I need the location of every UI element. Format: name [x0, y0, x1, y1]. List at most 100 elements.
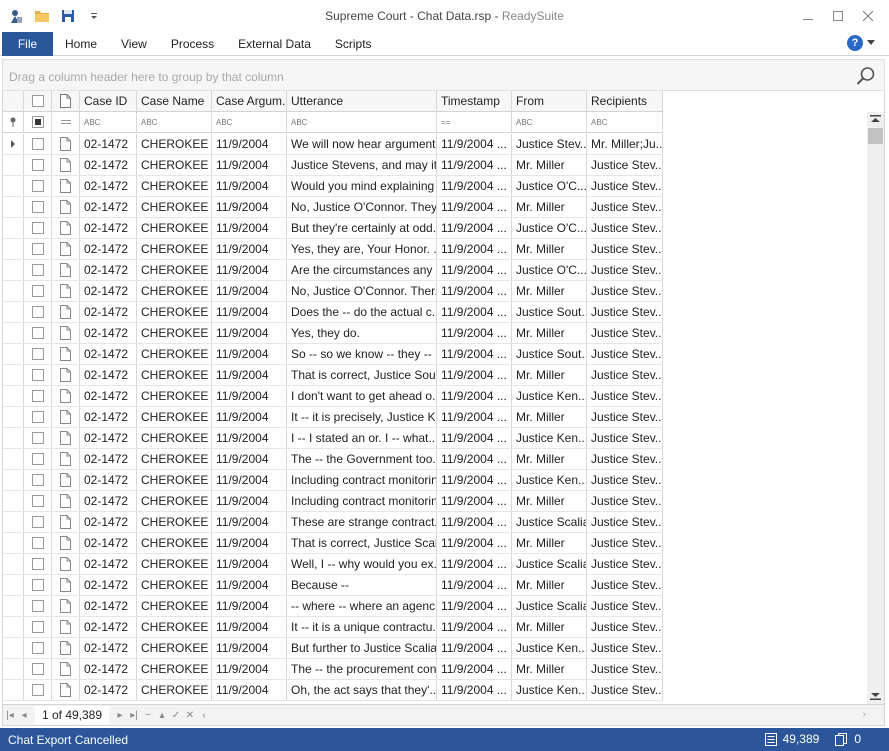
cell-case-id[interactable]: 02-1472: [80, 617, 137, 637]
cell-from[interactable]: Justice Ken...: [512, 470, 587, 490]
row-indicator[interactable]: [3, 281, 24, 301]
row-checkbox[interactable]: [31, 663, 44, 675]
row-checkbox-cell[interactable]: [24, 596, 52, 616]
cell-recipients[interactable]: Justice Stev...: [587, 533, 663, 553]
cell-from[interactable]: Mr. Miller: [512, 407, 587, 427]
cell-from[interactable]: Mr. Miller: [512, 323, 587, 343]
row-document-cell[interactable]: [52, 176, 80, 196]
cell-recipients[interactable]: Justice Stev...: [587, 638, 663, 658]
file-tab[interactable]: File: [2, 32, 53, 56]
cell-utterance[interactable]: Oh, the act says that they'...: [287, 680, 437, 700]
select-all-checkbox[interactable]: [31, 95, 44, 107]
column-header-timestamp[interactable]: Timestamp: [437, 91, 512, 111]
cell-timestamp[interactable]: 11/9/2004 ...: [437, 218, 512, 238]
filter-from[interactable]: ABC: [512, 112, 587, 132]
cell-timestamp[interactable]: 11/9/2004 ...: [437, 533, 512, 553]
cell-case-argument[interactable]: 11/9/2004: [212, 512, 287, 532]
row-document-cell[interactable]: [52, 302, 80, 322]
cell-utterance[interactable]: Yes, they do.: [287, 323, 437, 343]
cell-recipients[interactable]: Justice Stev...: [587, 596, 663, 616]
cell-timestamp[interactable]: 11/9/2004 ...: [437, 281, 512, 301]
cell-case-name[interactable]: CHEROKEE ...: [137, 596, 212, 616]
cell-recipients[interactable]: Justice Stev...: [587, 407, 663, 427]
help-button[interactable]: ?: [847, 35, 875, 51]
cell-recipients[interactable]: Justice Stev...: [587, 302, 663, 322]
cell-from[interactable]: Mr. Miller: [512, 449, 587, 469]
cell-recipients[interactable]: Mr. Miller;Ju...: [587, 134, 663, 154]
row-indicator[interactable]: [3, 470, 24, 490]
cell-case-id[interactable]: 02-1472: [80, 386, 137, 406]
filter-case-name[interactable]: ABC: [137, 112, 212, 132]
cell-case-id[interactable]: 02-1472: [80, 323, 137, 343]
tab-view[interactable]: View: [121, 32, 147, 56]
row-indicator[interactable]: [3, 428, 24, 448]
cell-recipients[interactable]: Justice Stev...: [587, 575, 663, 595]
row-checkbox-cell[interactable]: [24, 218, 52, 238]
row-document-cell[interactable]: [52, 428, 80, 448]
cell-case-name[interactable]: CHEROKEE ...: [137, 239, 212, 259]
cell-timestamp[interactable]: 11/9/2004 ...: [437, 575, 512, 595]
cell-case-id[interactable]: 02-1472: [80, 680, 137, 700]
row-document-cell[interactable]: [52, 449, 80, 469]
row-indicator[interactable]: [3, 596, 24, 616]
cell-recipients[interactable]: Justice Stev...: [587, 512, 663, 532]
row-document-cell[interactable]: [52, 596, 80, 616]
cell-timestamp[interactable]: 11/9/2004 ...: [437, 365, 512, 385]
cell-from[interactable]: Mr. Miller: [512, 281, 587, 301]
row-checkbox[interactable]: [31, 369, 44, 381]
cell-utterance[interactable]: Including contract monitorin...: [287, 470, 437, 490]
column-header-from[interactable]: From: [512, 91, 587, 111]
cell-recipients[interactable]: Justice Stev...: [587, 470, 663, 490]
cell-utterance[interactable]: That is correct, Justice Sou...: [287, 365, 437, 385]
cell-case-id[interactable]: 02-1472: [80, 176, 137, 196]
filter-case-id[interactable]: ABC: [80, 112, 137, 132]
cell-case-name[interactable]: CHEROKEE ...: [137, 575, 212, 595]
table-row[interactable]: 02-1472CHEROKEE ...11/9/2004Well, I -- w…: [3, 554, 663, 575]
cell-from[interactable]: Mr. Miller: [512, 239, 587, 259]
cell-from[interactable]: Justice Scalia: [512, 554, 587, 574]
row-document-cell[interactable]: [52, 386, 80, 406]
cell-case-argument[interactable]: 11/9/2004: [212, 428, 287, 448]
row-checkbox[interactable]: [31, 348, 44, 360]
row-indicator[interactable]: [3, 134, 24, 154]
table-row[interactable]: 02-1472CHEROKEE ...11/9/2004But they're …: [3, 218, 663, 239]
cell-case-id[interactable]: 02-1472: [80, 365, 137, 385]
row-checkbox-cell[interactable]: [24, 239, 52, 259]
cell-timestamp[interactable]: 11/9/2004 ...: [437, 491, 512, 511]
row-checkbox-cell[interactable]: [24, 407, 52, 427]
cell-recipients[interactable]: Justice Stev...: [587, 176, 663, 196]
cell-recipients[interactable]: Justice Stev...: [587, 155, 663, 175]
cell-case-name[interactable]: CHEROKEE ...: [137, 365, 212, 385]
cell-case-name[interactable]: CHEROKEE ...: [137, 407, 212, 427]
cell-utterance[interactable]: -- where -- where an agenc...: [287, 596, 437, 616]
tab-process[interactable]: Process: [171, 32, 214, 56]
cell-from[interactable]: Justice Ken...: [512, 680, 587, 700]
row-checkbox[interactable]: [31, 243, 44, 255]
cell-from[interactable]: Mr. Miller: [512, 575, 587, 595]
table-row[interactable]: 02-1472CHEROKEE ...11/9/2004So -- so we …: [3, 344, 663, 365]
cell-case-argument[interactable]: 11/9/2004: [212, 680, 287, 700]
row-indicator[interactable]: [3, 155, 24, 175]
cell-timestamp[interactable]: 11/9/2004 ...: [437, 680, 512, 700]
cell-from[interactable]: Justice Ken...: [512, 386, 587, 406]
cell-case-name[interactable]: CHEROKEE ...: [137, 386, 212, 406]
cell-utterance[interactable]: Are the circumstances any ...: [287, 260, 437, 280]
cell-case-name[interactable]: CHEROKEE ...: [137, 218, 212, 238]
group-by-panel[interactable]: Drag a column header here to group by th…: [2, 59, 885, 91]
cell-case-id[interactable]: 02-1472: [80, 281, 137, 301]
cell-case-name[interactable]: CHEROKEE ...: [137, 554, 212, 574]
cell-timestamp[interactable]: 11/9/2004 ...: [437, 344, 512, 364]
cell-recipients[interactable]: Justice Stev...: [587, 260, 663, 280]
table-row[interactable]: 02-1472CHEROKEE ...11/9/2004The -- the G…: [3, 449, 663, 470]
cell-utterance[interactable]: I don't want to get ahead o...: [287, 386, 437, 406]
cell-recipients[interactable]: Justice Stev...: [587, 491, 663, 511]
tab-scripts[interactable]: Scripts: [335, 32, 372, 56]
cell-case-argument[interactable]: 11/9/2004: [212, 659, 287, 679]
row-indicator[interactable]: [3, 386, 24, 406]
cell-case-argument[interactable]: 11/9/2004: [212, 554, 287, 574]
table-row[interactable]: 02-1472CHEROKEE ...11/9/2004It -- it is …: [3, 407, 663, 428]
cell-case-argument[interactable]: 11/9/2004: [212, 449, 287, 469]
row-checkbox[interactable]: [31, 222, 44, 234]
cell-case-id[interactable]: 02-1472: [80, 575, 137, 595]
cell-case-argument[interactable]: 11/9/2004: [212, 239, 287, 259]
